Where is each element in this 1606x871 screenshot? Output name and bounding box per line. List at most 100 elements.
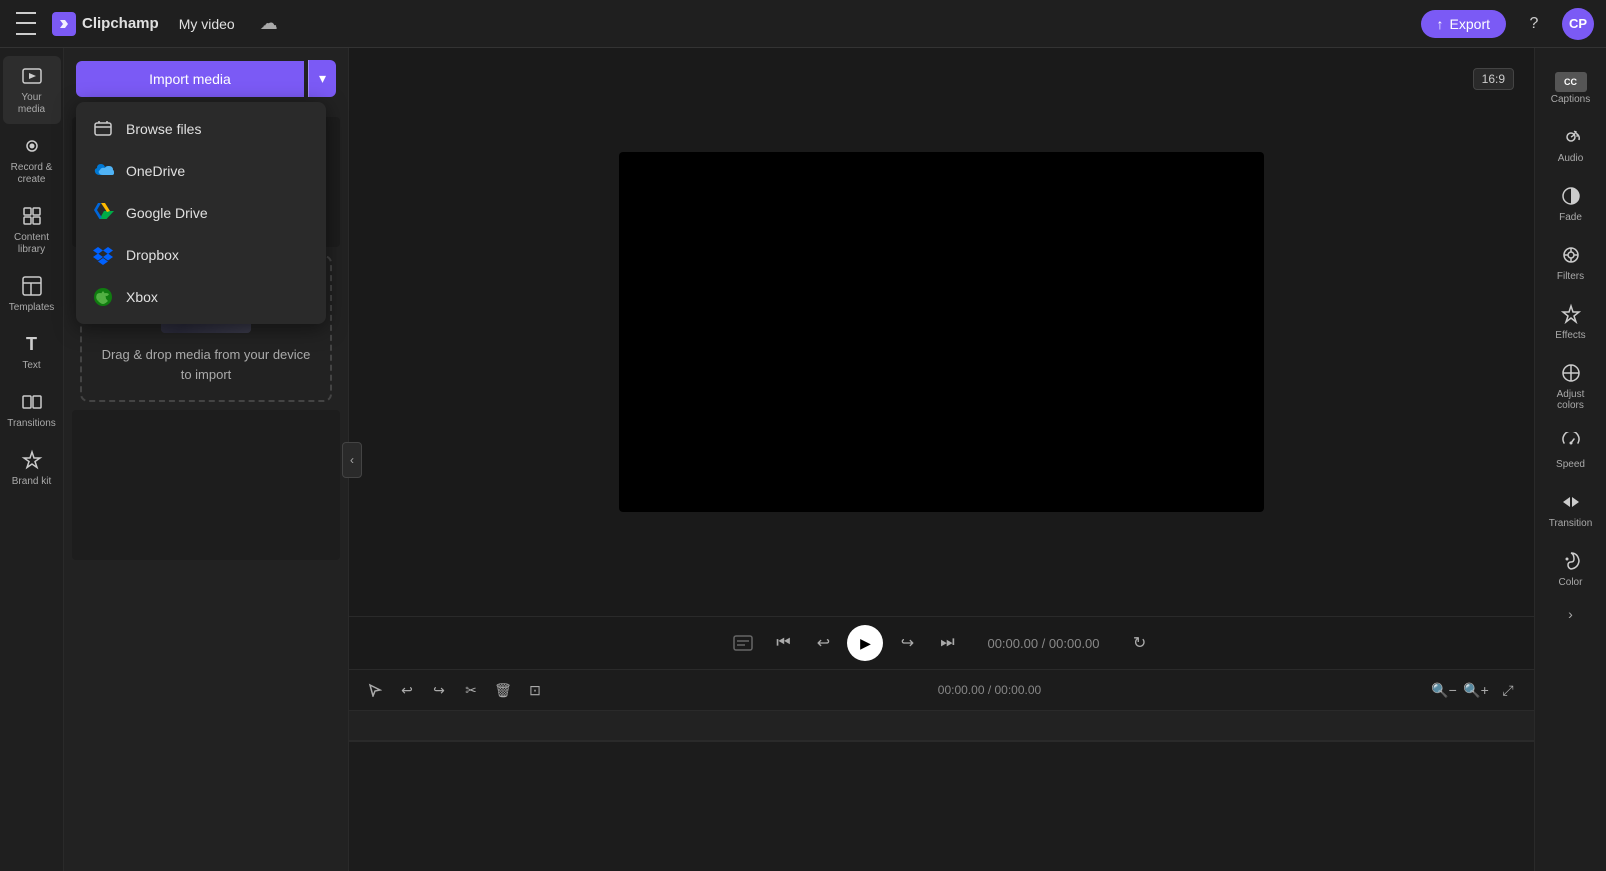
topbar: Clipchamp My video ☁ ↑ Export ? CP — [0, 0, 1606, 48]
google-drive-label: Google Drive — [126, 205, 208, 221]
play-button[interactable]: ▶ — [847, 625, 883, 661]
zoom-in-button[interactable]: 🔍+ — [1462, 676, 1490, 704]
onedrive-label: OneDrive — [126, 163, 185, 179]
sidebar-item-transitions[interactable]: Transitions — [3, 382, 61, 438]
aspect-ratio-badge[interactable]: 16:9 — [1473, 68, 1514, 90]
right-sidebar-item-speed[interactable]: Speed — [1539, 423, 1603, 478]
timeline-track-area[interactable] — [349, 741, 1534, 871]
sidebar-item-content-library[interactable]: Content library — [3, 196, 61, 264]
delete-button[interactable]: 🗑 — [489, 676, 517, 704]
right-sidebar-item-color[interactable]: Color — [1539, 541, 1603, 596]
sidebar-item-label-text: Text — [22, 360, 40, 372]
xbox-item[interactable]: Xbox — [76, 276, 326, 318]
import-media-button[interactable]: Import media — [76, 61, 304, 97]
onedrive-icon — [92, 160, 114, 182]
sidebar-item-text[interactable]: T Text — [3, 324, 61, 380]
browse-files-item[interactable]: Browse files — [76, 108, 326, 150]
sidebar-item-label-your-media: Your media — [7, 92, 57, 116]
captions-icon: CC — [1555, 72, 1587, 92]
content-library-icon — [20, 204, 44, 228]
playback-timestamp: 00:00.00 / 00:00.00 — [987, 636, 1099, 651]
sidebar-item-brand-kit[interactable]: Brand kit — [3, 440, 61, 496]
zoom-controls: 🔍− 🔍+ ⤢ — [1430, 676, 1522, 704]
timeline-timecode: 00:00.00 / 00:00.00 — [938, 683, 1041, 697]
collapse-panel-button[interactable]: ‹ — [342, 442, 362, 478]
drag-drop-text: Drag & drop media from your device to im… — [98, 345, 314, 384]
browse-files-icon — [92, 118, 114, 140]
fit-timeline-button[interactable]: ⤢ — [1494, 676, 1522, 704]
transition-icon — [1559, 490, 1583, 514]
hamburger-menu[interactable] — [12, 10, 40, 38]
text-icon: T — [20, 332, 44, 356]
sidebar-item-label-record: Record & create — [7, 162, 57, 186]
sidebar-item-label-templates: Templates — [9, 302, 55, 314]
import-media-row: Import media ▾ — [76, 60, 336, 97]
undo-button[interactable]: ↩ — [393, 676, 421, 704]
redo-button[interactable]: ↪ — [425, 676, 453, 704]
export-button[interactable]: ↑ Export — [1421, 10, 1506, 38]
color-icon — [1559, 549, 1583, 573]
record-create-icon — [20, 134, 44, 158]
templates-icon — [20, 274, 44, 298]
rewind-button[interactable]: ↩ — [807, 627, 839, 659]
subtitle-toggle-button[interactable] — [727, 627, 759, 659]
video-area: 16:9 ⏮ ↩ ▶ ↪ ⏭ 00:00.00 / 00:00.00 ↻ — [349, 48, 1534, 871]
video-preview — [619, 152, 1264, 512]
forward-button[interactable]: ↪ — [891, 627, 923, 659]
sidebar-item-label-brand: Brand kit — [12, 476, 51, 488]
help-icon[interactable]: ? — [1518, 8, 1550, 40]
adjust-colors-icon — [1559, 361, 1583, 385]
effects-icon — [1559, 302, 1583, 326]
onedrive-item[interactable]: OneDrive — [76, 150, 326, 192]
right-sidebar-item-transition[interactable]: Transition — [1539, 482, 1603, 537]
speed-icon — [1559, 431, 1583, 455]
media-panel: Import media ▾ Browse files — [64, 48, 349, 871]
sidebar-item-your-media[interactable]: Your media — [3, 56, 61, 124]
timeline-toolbar: ↩ ↪ ✂ 🗑 ⊡ 00:00.00 / 00:00.00 🔍− 🔍+ ⤢ — [349, 669, 1534, 711]
right-sidebar: CC Captions Audio Fa — [1534, 48, 1606, 871]
right-sidebar-item-adjust-colors[interactable]: Adjust colors — [1539, 353, 1603, 419]
user-avatar[interactable]: CP — [1562, 8, 1594, 40]
video-title[interactable]: My video — [171, 12, 243, 36]
captions-label: Captions — [1551, 94, 1590, 105]
filters-icon — [1559, 243, 1583, 267]
sidebar-item-templates[interactable]: Templates — [3, 266, 61, 322]
right-sidebar-item-audio[interactable]: Audio — [1539, 117, 1603, 172]
filters-label: Filters — [1557, 271, 1584, 282]
right-sidebar-item-effects[interactable]: Effects — [1539, 294, 1603, 349]
cloud-save-icon[interactable]: ☁ — [255, 10, 283, 38]
video-preview-container: 16:9 — [349, 48, 1534, 616]
timeline-area — [349, 711, 1534, 871]
dropbox-icon — [92, 244, 114, 266]
google-drive-item[interactable]: Google Drive — [76, 192, 326, 234]
skip-forward-button[interactable]: ⏭ — [931, 627, 963, 659]
sidebar-item-label-transitions: Transitions — [7, 418, 56, 430]
logo-icon — [52, 12, 76, 36]
dropbox-item[interactable]: Dropbox — [76, 234, 326, 276]
loop-button[interactable]: ↻ — [1124, 627, 1156, 659]
speed-label: Speed — [1556, 459, 1585, 470]
fade-icon — [1559, 184, 1583, 208]
color-label: Color — [1559, 577, 1583, 588]
right-sidebar-collapse-button[interactable]: › — [1539, 600, 1603, 628]
brand-kit-icon — [20, 448, 44, 472]
split-button[interactable]: ✂ — [457, 676, 485, 704]
xbox-icon — [92, 286, 114, 308]
sidebar-item-label-content: Content library — [7, 232, 57, 256]
skip-back-button[interactable]: ⏮ — [767, 627, 799, 659]
captions-item[interactable]: CC Captions — [1539, 64, 1603, 113]
selection-tool-button[interactable] — [361, 676, 389, 704]
import-section: Import media ▾ Browse files — [64, 48, 348, 109]
effects-label: Effects — [1555, 330, 1585, 341]
import-media-dropdown-button[interactable]: ▾ — [308, 60, 336, 97]
app-logo[interactable]: Clipchamp — [52, 12, 159, 36]
adjust-colors-label: Adjust colors — [1543, 389, 1599, 411]
zoom-out-button[interactable]: 🔍− — [1430, 676, 1458, 704]
audio-label: Audio — [1558, 153, 1584, 164]
google-drive-icon — [92, 202, 114, 224]
sidebar-item-record-create[interactable]: Record & create — [3, 126, 61, 194]
save-frame-button[interactable]: ⊡ — [521, 676, 549, 704]
right-sidebar-item-fade[interactable]: Fade — [1539, 176, 1603, 231]
right-sidebar-item-filters[interactable]: Filters — [1539, 235, 1603, 290]
dropbox-label: Dropbox — [126, 247, 179, 263]
